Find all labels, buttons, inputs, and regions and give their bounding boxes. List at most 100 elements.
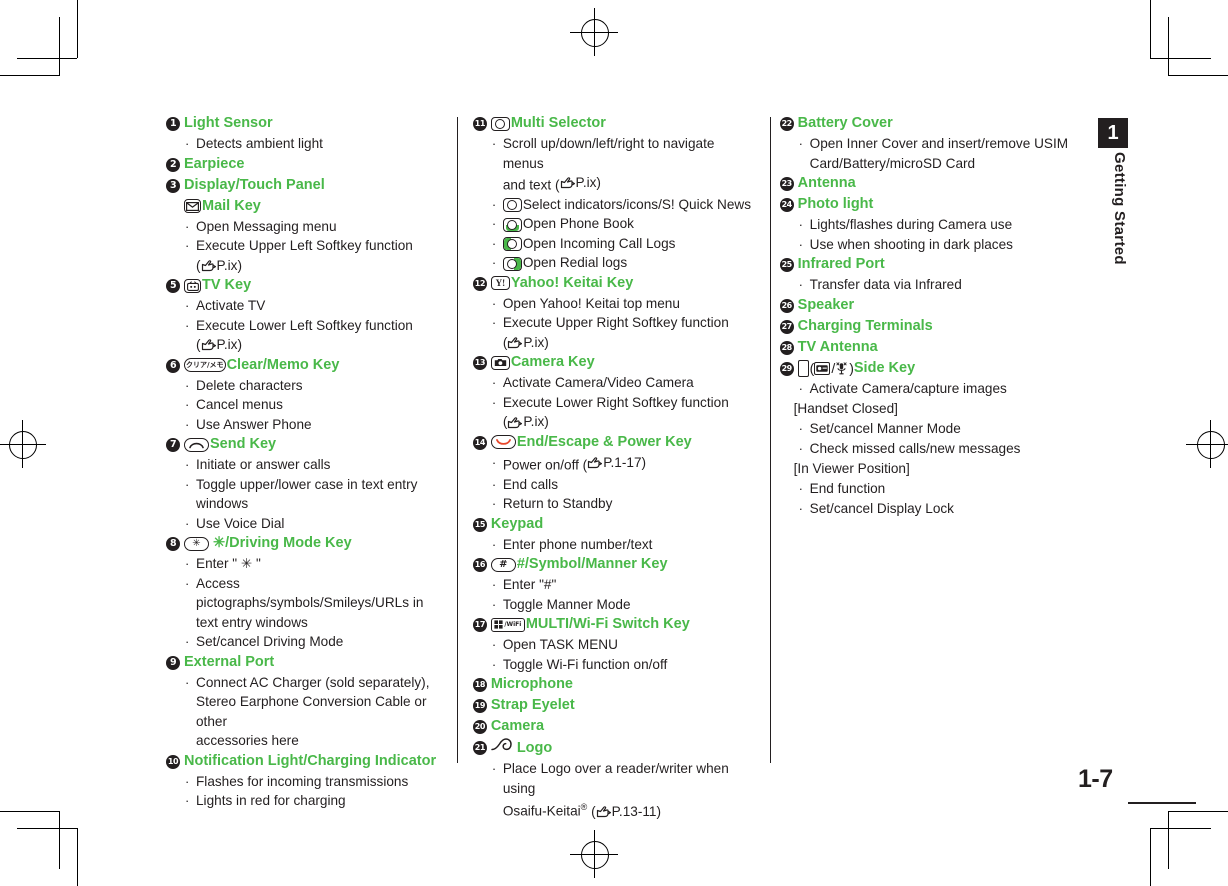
- item-title: /WiFi MULTI/Wi-Fi Switch Key: [490, 614, 690, 635]
- item-number-badge: 10: [166, 754, 180, 769]
- part-item-21: 21 Logo: [472, 737, 756, 759]
- item-number-badge: 5: [166, 279, 180, 293]
- item-title: Keypad: [490, 515, 544, 532]
- item-title: End/Escape & Power Key: [490, 432, 692, 453]
- part-item-5: 5 TV Key: [166, 275, 449, 296]
- item-title: Speaker: [797, 296, 855, 313]
- item-title: # #/Symbol/Manner Key: [490, 554, 668, 575]
- item-number-badge: 3: [166, 178, 180, 193]
- item-bullet: · Return to Standby: [491, 496, 613, 511]
- part-item-28: 28 TV Antenna: [779, 337, 1106, 358]
- item-bullet: · Open Phone Book: [491, 216, 634, 232]
- column-left: 1 Light Sensor · Detects ambient light 2 …: [166, 113, 459, 821]
- item-title: Strap Eyelet: [490, 697, 575, 713]
- item-bullet: · End calls: [491, 476, 558, 492]
- chapter-tab: 1: [1098, 118, 1128, 148]
- pointing-hand-icon: [201, 339, 216, 351]
- asterisk-key-icon: ✳: [184, 536, 209, 551]
- part-item-1: 1 Light Sensor: [166, 113, 449, 134]
- part-item-23: 23 Antenna: [779, 173, 1106, 194]
- part-item-10: 10 Notification Light/Charging Indicator: [166, 751, 449, 772]
- item-section-heading: [In Viewer Position]: [793, 461, 910, 476]
- item-number-badge: 20: [472, 720, 487, 734]
- chapter-number: 1: [1107, 122, 1119, 144]
- item-bullet: · Power on/off (P.1-17): [491, 453, 647, 473]
- item-title: クリア/メモ Clear/Memo Key: [184, 356, 340, 373]
- pointing-hand-icon: [560, 177, 575, 189]
- column-middle: 11 Multi Selector · Scroll up/down/left/r…: [459, 113, 766, 821]
- item-bullet: · Enter " ✳ ": [185, 556, 261, 571]
- part-item-12: 12 Y! Yahoo! Keitai Key: [472, 273, 756, 294]
- side-key-icon: [797, 359, 809, 377]
- item-bullet: · Execute Lower Left Softkey function: [185, 317, 413, 333]
- item-bullet-cont: (P.ix): [185, 256, 449, 276]
- part-item-22: 22 Battery Cover: [779, 113, 1106, 134]
- manner-mode-icon: [835, 361, 849, 375]
- item-title: Charging Terminals: [797, 317, 933, 334]
- camera-key-icon: [490, 355, 510, 370]
- item-bullet: · Set/cancel Display Lock: [798, 500, 954, 516]
- multi-selector-left-icon: [502, 237, 522, 252]
- item-number-badge: 21: [472, 741, 487, 755]
- item-title: Antenna: [797, 175, 856, 191]
- yahoo-keitai-key-icon: Y!: [490, 276, 510, 291]
- item-bullet: · Open Incoming Call Logs: [491, 235, 676, 252]
- end-power-key-icon: [490, 435, 516, 450]
- multi-selector-center-icon: [502, 198, 522, 213]
- item-title: Notification Light/Charging Indicator: [184, 752, 437, 769]
- pointing-hand-icon: [596, 805, 611, 817]
- item-title: Camera: [490, 718, 545, 734]
- item-bullet: · Flashes for incoming transmissions: [185, 773, 409, 789]
- item-bullet: · Use Answer Phone: [185, 416, 312, 432]
- pointing-hand-icon: [508, 337, 523, 349]
- item-title: Infrared Port: [797, 256, 885, 272]
- item-bullet: · Activate TV: [185, 298, 266, 313]
- item-number-badge: 18: [472, 678, 487, 692]
- item-bullet-cont: Osaifu-Keitai® (P.13-11): [492, 798, 756, 821]
- item-title: Light Sensor: [184, 115, 273, 131]
- item-bullet: · Use Voice Dial: [185, 515, 285, 531]
- manual-page: 1 Light Sensor · Detects ambient light 2 …: [0, 0, 1228, 886]
- item-bullet-cont: (P.ix): [185, 335, 449, 355]
- item-number-badge: 22: [779, 117, 794, 131]
- item-bullet-cont: accessories here: [196, 733, 299, 748]
- item-bullet: · Execute Upper Left Softkey function: [185, 238, 413, 253]
- item-bullet-cont: (P.ix): [492, 333, 756, 353]
- page-reference: (P.ix): [196, 337, 242, 352]
- part-item-15: 15 Keypad: [472, 514, 756, 535]
- item-number-badge: 24: [779, 198, 794, 212]
- item-number-badge: 7: [166, 438, 180, 452]
- item-title: Multi Selector: [490, 113, 606, 134]
- item-number-badge: 27: [779, 319, 794, 334]
- clear-memo-key-icon: クリア/メモ: [184, 358, 226, 372]
- item-bullet: · Execute Upper Right Softkey function: [491, 315, 729, 331]
- part-item-17: 17 /WiFi MULTI/Wi-Fi Switch Key: [472, 614, 756, 635]
- part-item-6: 6 クリア/メモ Clear/Memo Key: [166, 355, 449, 376]
- part-item-20: 20 Camera: [472, 716, 756, 737]
- part-item-9: 9 External Port: [166, 652, 449, 673]
- part-item-29: 29 ( / ) Side Key: [779, 358, 1106, 379]
- part-item-7: 7 Send Key: [166, 434, 449, 455]
- item-bullet: · Delete characters: [185, 377, 303, 393]
- item-title: Microphone: [490, 676, 573, 692]
- item-title: Photo light: [797, 196, 874, 212]
- pointing-hand-icon: [588, 457, 603, 469]
- page-reference: P.1-17): [587, 453, 646, 473]
- part-item-18: 18 Microphone: [472, 674, 756, 695]
- camera-side-icon: [814, 361, 831, 375]
- item-bullet: · Cancel menus: [185, 397, 283, 412]
- item-bullet: · Open Messaging menu: [185, 218, 337, 234]
- send-key-icon: [184, 437, 209, 452]
- item-bullet: · Activate Camera/capture images: [798, 380, 1007, 396]
- item-title: Logo: [491, 737, 552, 759]
- part-item-14: 14 End/Escape & Power Key: [472, 432, 756, 453]
- page-reference: P.ix): [560, 173, 601, 193]
- item-bullet: · End function: [798, 481, 886, 496]
- registered-mark: ®: [580, 802, 588, 812]
- page-reference: (P.13-11): [591, 803, 661, 819]
- item-number-badge: 11: [472, 117, 487, 131]
- item-bullet: · Select indicators/icons/S! Quick News: [491, 196, 751, 213]
- item-number-badge: 14: [472, 435, 487, 450]
- part-item-2: 2 Earpiece: [166, 154, 449, 175]
- item-title: TV Antenna: [797, 338, 878, 355]
